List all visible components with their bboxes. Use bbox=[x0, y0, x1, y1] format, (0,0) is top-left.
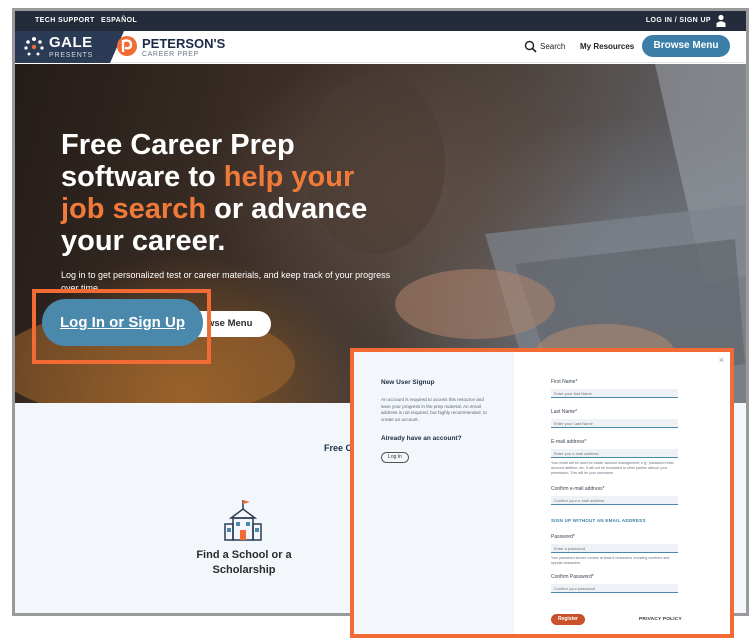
gale-wordmark: GALE bbox=[49, 34, 93, 51]
gale-presents: PRESENTS bbox=[49, 52, 94, 59]
hero-title: Free Career Prep software to help your j… bbox=[61, 129, 368, 257]
gale-dots-icon bbox=[24, 37, 44, 56]
first-name-label: First Name* bbox=[551, 379, 578, 385]
password-label: Password* bbox=[551, 534, 575, 540]
browse-menu-button[interactable]: Browse Menu bbox=[642, 35, 730, 57]
login-highlight-box: Log In or Sign Up bbox=[32, 289, 211, 364]
hero-login-signup-button[interactable]: Log In or Sign Up bbox=[42, 299, 203, 346]
signup-description: An account is required to access this re… bbox=[381, 397, 487, 422]
find-school-label[interactable]: Find a School or a Scholarship bbox=[189, 548, 299, 578]
signup-info-panel: New User Signup An account is required t… bbox=[354, 352, 514, 634]
confirm-email-field[interactable] bbox=[551, 496, 678, 505]
confirm-password-label: Confirm Password* bbox=[551, 574, 594, 580]
top-utility-bar: TECH SUPPORT ESPAÑOL LOG IN / SIGN UP bbox=[15, 11, 746, 31]
career-prep-tagline: CAREER PREP bbox=[142, 51, 199, 58]
petersons-logo-icon bbox=[117, 36, 137, 56]
email-field[interactable] bbox=[551, 449, 678, 458]
tech-support-link[interactable]: TECH SUPPORT bbox=[35, 17, 95, 24]
petersons-wordmark[interactable]: PETERSON'S bbox=[142, 36, 225, 51]
gale-logo[interactable]: GALE PRESENTS bbox=[15, 31, 110, 63]
password-help-text: Your password should contain at least 8 … bbox=[551, 556, 670, 565]
confirm-password-field[interactable] bbox=[551, 584, 678, 593]
login-signup-link[interactable]: LOG IN / SIGN UP bbox=[646, 17, 711, 24]
confirm-email-label: Confirm e-mail address* bbox=[551, 486, 605, 492]
last-name-label: Last Name* bbox=[551, 409, 578, 415]
user-icon[interactable] bbox=[716, 14, 726, 27]
site-header: GALE PRESENTS PETERSON'S CAREER PREP Sea… bbox=[15, 31, 746, 63]
search-icon[interactable] bbox=[524, 40, 537, 53]
register-button[interactable]: Register bbox=[551, 614, 585, 625]
school-icon bbox=[224, 500, 262, 541]
close-icon[interactable]: × bbox=[719, 355, 724, 365]
last-name-field[interactable] bbox=[551, 419, 678, 428]
signup-without-email-link[interactable]: SIGN UP WITHOUT AN EMAIL ADDRESS bbox=[551, 518, 646, 523]
espanol-link[interactable]: ESPAÑOL bbox=[101, 17, 137, 24]
first-name-field[interactable] bbox=[551, 389, 678, 398]
email-label: E-mail address* bbox=[551, 439, 587, 445]
modal-login-button[interactable]: Log In bbox=[381, 452, 409, 463]
search-link[interactable]: Search bbox=[540, 42, 565, 51]
signup-title: New User Signup bbox=[381, 379, 435, 386]
my-resources-link[interactable]: My Resources bbox=[580, 42, 634, 51]
email-help-text: Your email will be used for easier accou… bbox=[551, 461, 675, 475]
privacy-policy-link[interactable]: PRIVACY POLICY bbox=[639, 617, 682, 622]
password-field[interactable] bbox=[551, 544, 678, 553]
signup-modal: New User Signup An account is required t… bbox=[350, 348, 734, 638]
already-account-label: Already have an account? bbox=[381, 435, 462, 442]
